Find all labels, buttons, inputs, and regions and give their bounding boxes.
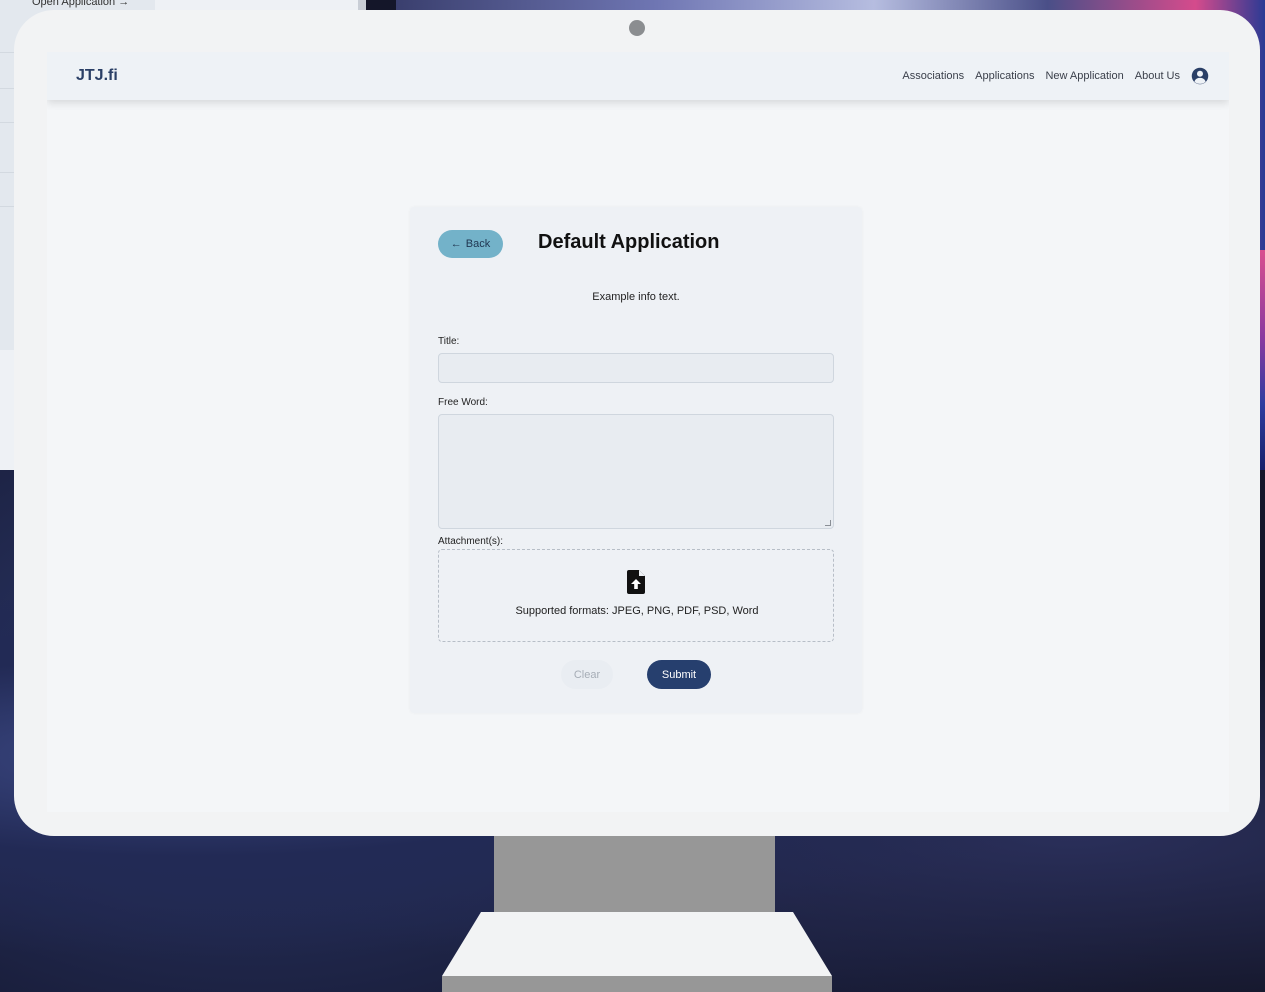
monitor-stand-neck (494, 836, 775, 916)
clear-button[interactable]: Clear (561, 660, 613, 689)
nav-link-applications[interactable]: Applications (975, 70, 1034, 82)
nav-link-about-us[interactable]: About Us (1135, 70, 1180, 82)
top-navbar: JTJ.fi Associations Applications New App… (47, 52, 1229, 100)
monitor-screen: › › › JTJ.fi Associations Applications N… (47, 52, 1229, 812)
camera-dot (629, 20, 645, 36)
resize-handle-icon[interactable] (825, 520, 831, 526)
info-text: Example info text. (592, 291, 680, 303)
attachments-label: Attachment(s): (438, 536, 504, 547)
nav-links: Associations Applications New Applicatio… (902, 67, 1209, 85)
attachment-dropzone[interactable]: Supported formats: JPEG, PNG, PDF, PSD, … (438, 549, 834, 642)
file-upload-icon (627, 570, 645, 594)
brand-logo[interactable]: JTJ.fi (76, 67, 118, 85)
monitor-frame: › › › JTJ.fi Associations Applications N… (14, 10, 1260, 836)
account-circle-icon[interactable] (1191, 67, 1209, 85)
form-title: Default Application (538, 231, 720, 253)
nav-link-associations[interactable]: Associations (902, 70, 964, 82)
background-open-application-link: Open Application → (32, 0, 130, 8)
title-input[interactable] (438, 353, 834, 383)
nav-link-new-application[interactable]: New Application (1045, 70, 1123, 82)
title-label: Title: (438, 336, 460, 347)
back-button[interactable]: ← Back (438, 230, 503, 258)
supported-formats-text: Supported formats: JPEG, PNG, PDF, PSD, … (515, 605, 759, 617)
monitor-stand-foot (442, 976, 832, 992)
free-word-label: Free Word: (438, 397, 488, 408)
free-word-textarea[interactable] (438, 414, 834, 529)
submit-button[interactable]: Submit (647, 660, 711, 689)
application-form-card: ← Back Default Application Example info … (410, 207, 862, 713)
app-viewport: › › › JTJ.fi Associations Applications N… (47, 52, 1229, 812)
back-button-label: Back (465, 238, 491, 250)
arrow-left-icon: ← (450, 238, 462, 250)
